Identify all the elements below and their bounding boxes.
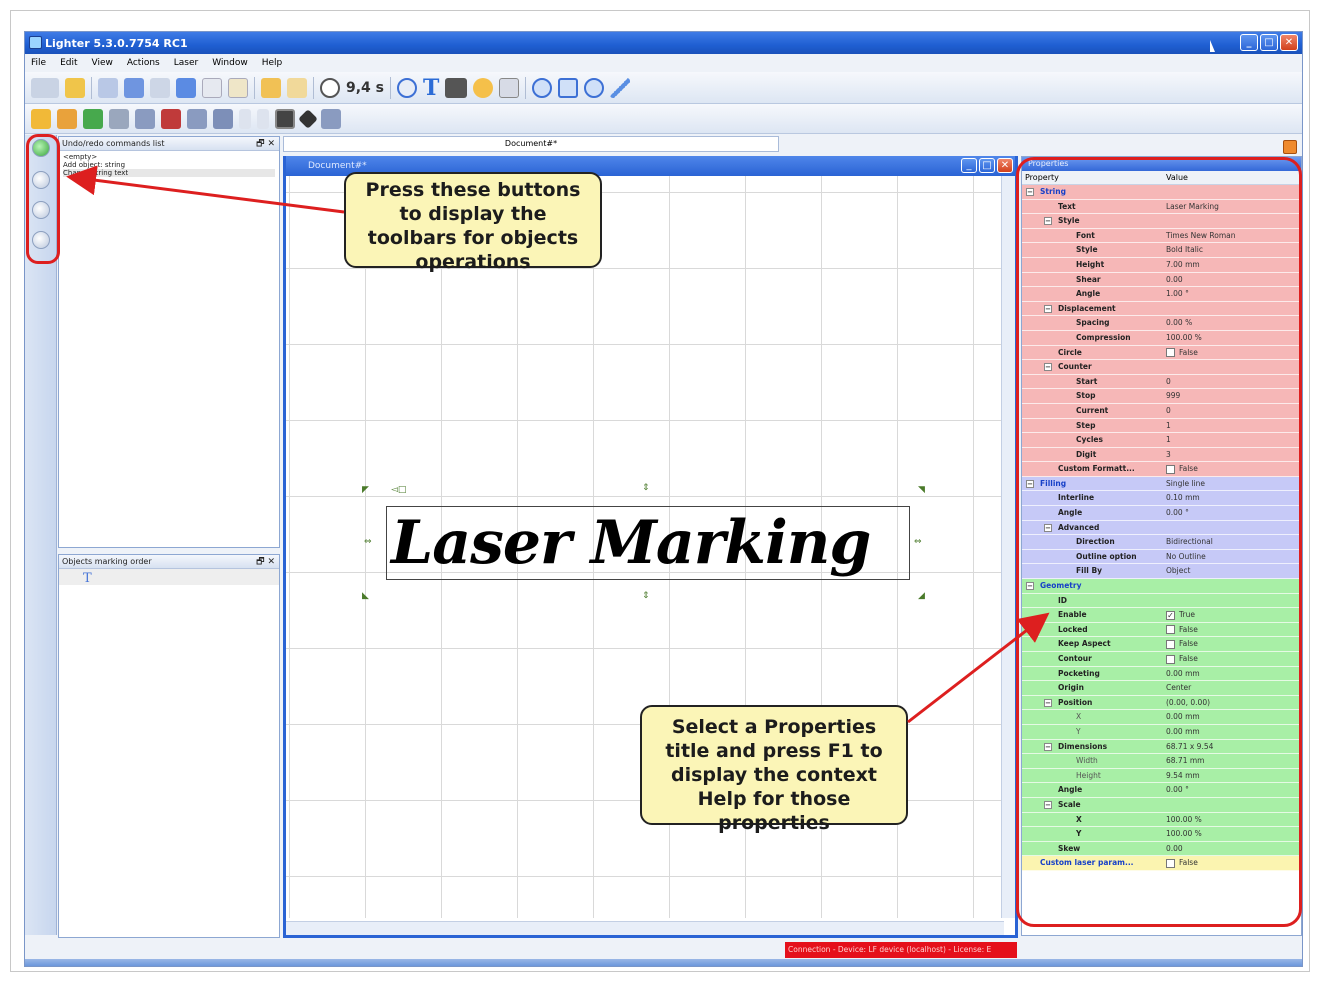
doc-minimize-button[interactable]: _ [961,158,977,173]
undo-redo-panel: Undo/redo commands list 🗗 ✕ <empty> Add … [58,136,280,548]
resize-handle-icon[interactable]: ⇔ [914,538,923,547]
image-icon[interactable] [473,77,494,98]
barcode-icon[interactable] [445,77,468,98]
menu-window[interactable]: Window [212,58,248,68]
document-window-controls: _ □ ✕ [961,158,1013,173]
weld-icon[interactable] [321,108,341,129]
undo-list: <empty> Add object: string Change string… [59,151,279,179]
menu-view[interactable]: View [92,58,113,68]
refresh-icon[interactable] [397,77,418,98]
toolbar-separator [254,76,255,99]
window-controls: _ □ ✕ [1240,34,1298,51]
resize-handle-icon[interactable]: ◢ [918,592,927,601]
menu-edit[interactable]: Edit [60,58,77,68]
arrow-right-icon[interactable] [257,108,269,129]
document-title: Document#* [308,161,367,171]
stopwatch-icon[interactable] [320,77,340,98]
horizontal-scrollbar[interactable] [286,921,1004,935]
undo-list-item[interactable]: <empty> [63,153,275,161]
paste-icon[interactable] [228,77,248,98]
line-tool-icon[interactable] [610,77,631,98]
frame-icon[interactable] [558,77,579,98]
hatch-icon[interactable] [161,108,181,129]
toolbar-separator [91,76,92,99]
toolbar-separator [390,76,392,99]
pen-icon[interactable] [57,108,77,129]
resize-handle-icon[interactable]: ◤ [362,486,371,495]
toolbar-buttons-highlight [26,134,60,264]
minimize-button[interactable]: _ [1240,34,1258,51]
text-tool-icon[interactable]: T [423,75,439,101]
doc-close-button[interactable]: ✕ [997,158,1013,173]
doc-maximize-button[interactable]: □ [979,158,995,173]
mouse-cursor-icon [1210,40,1215,52]
marking-order-title: Objects marking order [62,557,152,566]
fill-blue-icon[interactable] [135,108,155,129]
new-document-icon[interactable] [31,77,59,98]
outline-icon[interactable] [187,108,207,129]
document-tab[interactable]: Document#* [283,136,779,152]
menu-bar: File Edit View Actions Laser Window Help [25,54,1302,72]
objects-toolbar [25,104,1302,134]
menu-laser[interactable]: Laser [174,58,198,68]
laser-head-icon[interactable] [275,108,295,129]
redo-icon[interactable] [287,77,307,98]
grid-icon[interactable] [499,77,520,98]
toolbar-separator [525,76,527,99]
fill-green-icon[interactable] [83,108,103,129]
marking-order-controls[interactable]: 🗗 ✕ [256,555,275,569]
menu-file[interactable]: File [31,58,46,68]
panel-close-icon[interactable] [1283,140,1297,154]
rotate-right-icon[interactable] [584,77,605,98]
main-toolbar: 9,4 s T [25,72,1302,104]
title-bar: Lighter 5.3.0.7754 RC1 _ □ ✕ [25,32,1302,54]
rotate-left-icon[interactable] [532,77,553,98]
print-icon[interactable] [98,77,118,98]
close-button[interactable]: ✕ [1280,34,1298,51]
laser-marking-text-object[interactable]: Laser Marking [386,506,910,580]
undo-panel-controls[interactable]: 🗗 ✕ [256,137,275,151]
resize-handle-icon[interactable]: ◣ [362,592,371,601]
properties-highlight [1016,157,1302,927]
app-title: Lighter 5.3.0.7754 RC1 [45,36,188,50]
save-icon[interactable] [124,77,144,98]
resize-handle-icon[interactable]: ⇕ [642,484,651,493]
app-icon [29,36,42,49]
diamond-icon[interactable] [298,108,318,129]
undo-list-item[interactable]: Change string text [63,169,275,177]
marking-order-panel: Objects marking order 🗗 ✕ T [58,554,280,938]
menu-actions[interactable]: Actions [127,58,160,68]
toolbar-callout: Press these buttons to display the toolb… [344,172,602,273]
undo-icon[interactable] [261,77,281,98]
connection-status: Connection - Device: LF device (localhos… [785,942,1017,958]
maximize-button[interactable]: □ [1260,34,1278,51]
undo-list-item[interactable]: Add object: string [63,161,275,169]
arrow-left-icon[interactable] [239,108,251,129]
fill-gray-icon[interactable] [109,108,129,129]
undo-panel-title: Undo/redo commands list [62,139,165,148]
resize-handle-icon[interactable]: ⇔ [364,538,373,547]
offset-icon[interactable] [213,108,233,129]
resize-handle-icon[interactable]: ⇕ [642,592,651,601]
text-object-icon: T [83,571,92,586]
cut-icon[interactable] [176,77,196,98]
toolbar-separator [313,76,314,99]
properties-callout: Select a Properties title and press F1 t… [640,705,908,834]
marking-order-header: Objects marking order 🗗 ✕ [59,555,279,569]
pencil-icon[interactable] [31,108,51,129]
marking-order-item[interactable]: T [59,569,279,586]
anchor-handle-icon[interactable]: ◅□ [391,486,407,495]
copy-icon[interactable] [202,77,222,98]
taskbar-strip [25,959,1302,966]
undo-panel-header: Undo/redo commands list 🗗 ✕ [59,137,279,151]
resize-handle-icon[interactable]: ◥ [918,486,927,495]
vertical-scrollbar[interactable] [1001,176,1015,918]
menu-help[interactable]: Help [262,58,283,68]
print-preview-icon[interactable] [150,77,170,98]
mark-time-readout: 9,4 s [346,79,385,96]
open-folder-icon[interactable] [65,77,85,98]
